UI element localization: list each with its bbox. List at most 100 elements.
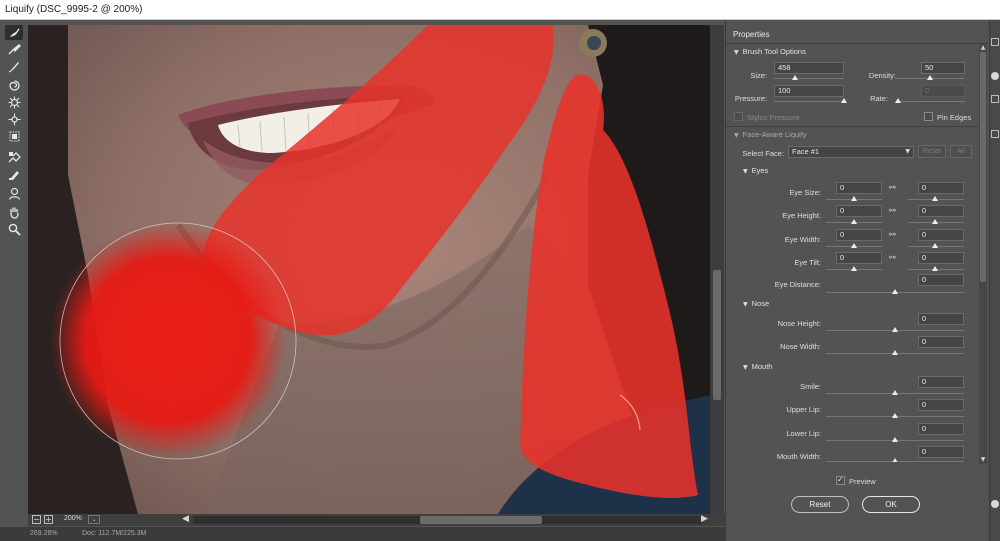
zoom-out-button[interactable]: − xyxy=(32,515,41,524)
hand-tool-icon[interactable] xyxy=(5,205,23,220)
pin-edges-checkbox[interactable] xyxy=(924,112,933,121)
panel-scroll-thumb[interactable] xyxy=(980,52,986,282)
scroll-down-arrow-icon[interactable]: ▼ xyxy=(979,456,987,463)
link-icon[interactable]: ⚯ xyxy=(889,206,896,216)
eye-width-left-slider-knob[interactable] xyxy=(851,243,857,248)
nose-width-label: Nose Width: xyxy=(780,342,821,351)
size-slider[interactable] xyxy=(774,78,844,79)
collapse-triangle-icon: ▼ xyxy=(734,49,739,56)
size-input[interactable]: 458 xyxy=(774,62,844,74)
upper-lip-label: Upper Lip: xyxy=(786,405,821,414)
eye-height-left-input[interactable]: 0 xyxy=(836,205,882,217)
twirl-clockwise-tool-icon[interactable] xyxy=(5,78,23,93)
collapse-triangle-icon: ▼ xyxy=(743,168,748,175)
panel-vertical-scrollbar[interactable]: ▲ ▼ xyxy=(979,44,987,464)
vertical-scroll-thumb[interactable] xyxy=(713,270,721,400)
eye-size-left-slider-knob[interactable] xyxy=(851,196,857,201)
dot-icon[interactable] xyxy=(991,72,999,80)
lower-lip-slider-knob[interactable] xyxy=(892,437,898,442)
eye-tilt-right-slider-knob[interactable] xyxy=(932,266,938,271)
face-tool-icon[interactable] xyxy=(5,186,23,201)
ok-button[interactable]: OK xyxy=(862,496,920,513)
thaw-mask-tool-icon[interactable] xyxy=(5,167,23,182)
eye-height-right-input[interactable]: 0 xyxy=(918,205,964,217)
mouth-header[interactable]: ▼ Mouth xyxy=(743,362,772,371)
liquify-preview-canvas[interactable] xyxy=(28,25,710,514)
bloat-tool-icon[interactable] xyxy=(5,112,23,127)
section-divider xyxy=(726,126,978,127)
panel-grip-icon[interactable] xyxy=(991,38,999,46)
face-aware-liquify-header[interactable]: ▼ Face-Aware Liquify xyxy=(734,130,807,139)
preview-checkbox[interactable] xyxy=(836,475,845,485)
eye-size-right-input[interactable]: 0 xyxy=(918,182,964,194)
eye-tilt-label: Eye Tilt: xyxy=(794,258,821,267)
smile-input[interactable]: 0 xyxy=(918,376,964,388)
eye-width-right-input[interactable]: 0 xyxy=(918,229,964,241)
pressure-input[interactable]: 100 xyxy=(774,85,844,97)
reconstruct-tool-icon[interactable] xyxy=(5,42,23,57)
nose-width-slider-knob[interactable] xyxy=(892,350,898,355)
nose-width-input[interactable]: 0 xyxy=(918,336,964,348)
pressure-label: Pressure: xyxy=(734,94,767,103)
nose-height-slider-knob[interactable] xyxy=(892,327,898,332)
horizontal-scroll-thumb[interactable] xyxy=(420,516,542,524)
push-left-tool-icon[interactable] xyxy=(5,129,23,144)
eye-size-right-slider-knob[interactable] xyxy=(932,196,938,201)
eye-size-label: Eye Size: xyxy=(789,188,821,197)
select-face-value: Face #1 xyxy=(792,147,820,156)
mouth-width-slider-knob[interactable] xyxy=(892,458,898,462)
forward-warp-tool-icon[interactable] xyxy=(5,25,23,40)
eye-width-right-slider-knob[interactable] xyxy=(932,243,938,248)
dot-icon[interactable] xyxy=(991,500,999,508)
size-slider-knob[interactable] xyxy=(792,75,798,80)
eye-size-left-input[interactable]: 0 xyxy=(836,182,882,194)
select-face-dropdown[interactable]: Face #1 ▼ xyxy=(788,146,914,158)
brush-tool-options-header[interactable]: ▼ Brush Tool Options xyxy=(734,47,806,56)
eye-width-left-input[interactable]: 0 xyxy=(836,229,882,241)
eye-distance-input[interactable]: 0 xyxy=(918,274,964,286)
freeze-mask-tool-icon[interactable] xyxy=(5,150,23,165)
smooth-tool-icon[interactable] xyxy=(5,59,23,74)
scroll-up-arrow-icon[interactable]: ▲ xyxy=(979,44,987,51)
eye-tilt-left-slider-knob[interactable] xyxy=(851,266,857,271)
eye-height-right-slider-knob[interactable] xyxy=(932,219,938,224)
square-icon[interactable] xyxy=(991,130,999,138)
smile-label: Smile: xyxy=(800,382,821,391)
status-doc-size: Doc: 112.7M/225.3M xyxy=(82,530,147,537)
zoom-level: 200% xyxy=(64,515,82,522)
mouth-width-input[interactable]: 0 xyxy=(918,446,964,458)
density-label: Density: xyxy=(868,71,896,80)
lower-lip-input[interactable]: 0 xyxy=(918,423,964,435)
scroll-left-arrow-icon[interactable]: ◀ xyxy=(182,514,189,524)
eye-tilt-right-input[interactable]: 0 xyxy=(918,252,964,264)
link-icon[interactable]: ⚯ xyxy=(889,183,896,193)
nose-header[interactable]: ▼ Nose xyxy=(743,299,769,308)
smile-slider-knob[interactable] xyxy=(892,390,898,395)
upper-lip-input[interactable]: 0 xyxy=(918,399,964,411)
zoom-tool-icon[interactable] xyxy=(5,222,23,237)
zoom-in-button[interactable]: + xyxy=(44,515,53,524)
canvas-vertical-scrollbar[interactable] xyxy=(710,25,724,514)
pucker-tool-icon[interactable] xyxy=(5,95,23,110)
reset-button[interactable]: Reset xyxy=(791,496,849,513)
eye-tilt-left-input[interactable]: 0 xyxy=(836,252,882,264)
status-bar: 269.26% Doc: 112.7M/225.3M xyxy=(0,527,725,541)
pressure-slider[interactable] xyxy=(774,101,844,102)
eye-distance-slider-knob[interactable] xyxy=(892,289,898,294)
eye-height-left-slider-knob[interactable] xyxy=(851,219,857,224)
link-icon[interactable]: ⚯ xyxy=(889,253,896,263)
eyes-header[interactable]: ▼ Eyes xyxy=(743,166,768,175)
nose-height-input[interactable]: 0 xyxy=(918,313,964,325)
upper-lip-slider-knob[interactable] xyxy=(892,413,898,418)
rate-label: Rate: xyxy=(870,94,888,103)
density-slider-knob[interactable] xyxy=(927,75,933,80)
face-all-button: All xyxy=(950,145,972,158)
pressure-slider-knob[interactable] xyxy=(841,98,847,103)
section-label: Mouth xyxy=(751,362,773,371)
zoom-dropdown[interactable]: ⌄ xyxy=(88,515,100,524)
scroll-right-arrow-icon[interactable]: ▶ xyxy=(701,514,708,524)
square-icon[interactable] xyxy=(991,95,999,103)
density-input[interactable]: 50 xyxy=(921,62,965,74)
link-icon[interactable]: ⚯ xyxy=(889,230,896,240)
canvas-bottom-bar: − + 200% ⌄ ◀ ▶ xyxy=(28,514,725,526)
